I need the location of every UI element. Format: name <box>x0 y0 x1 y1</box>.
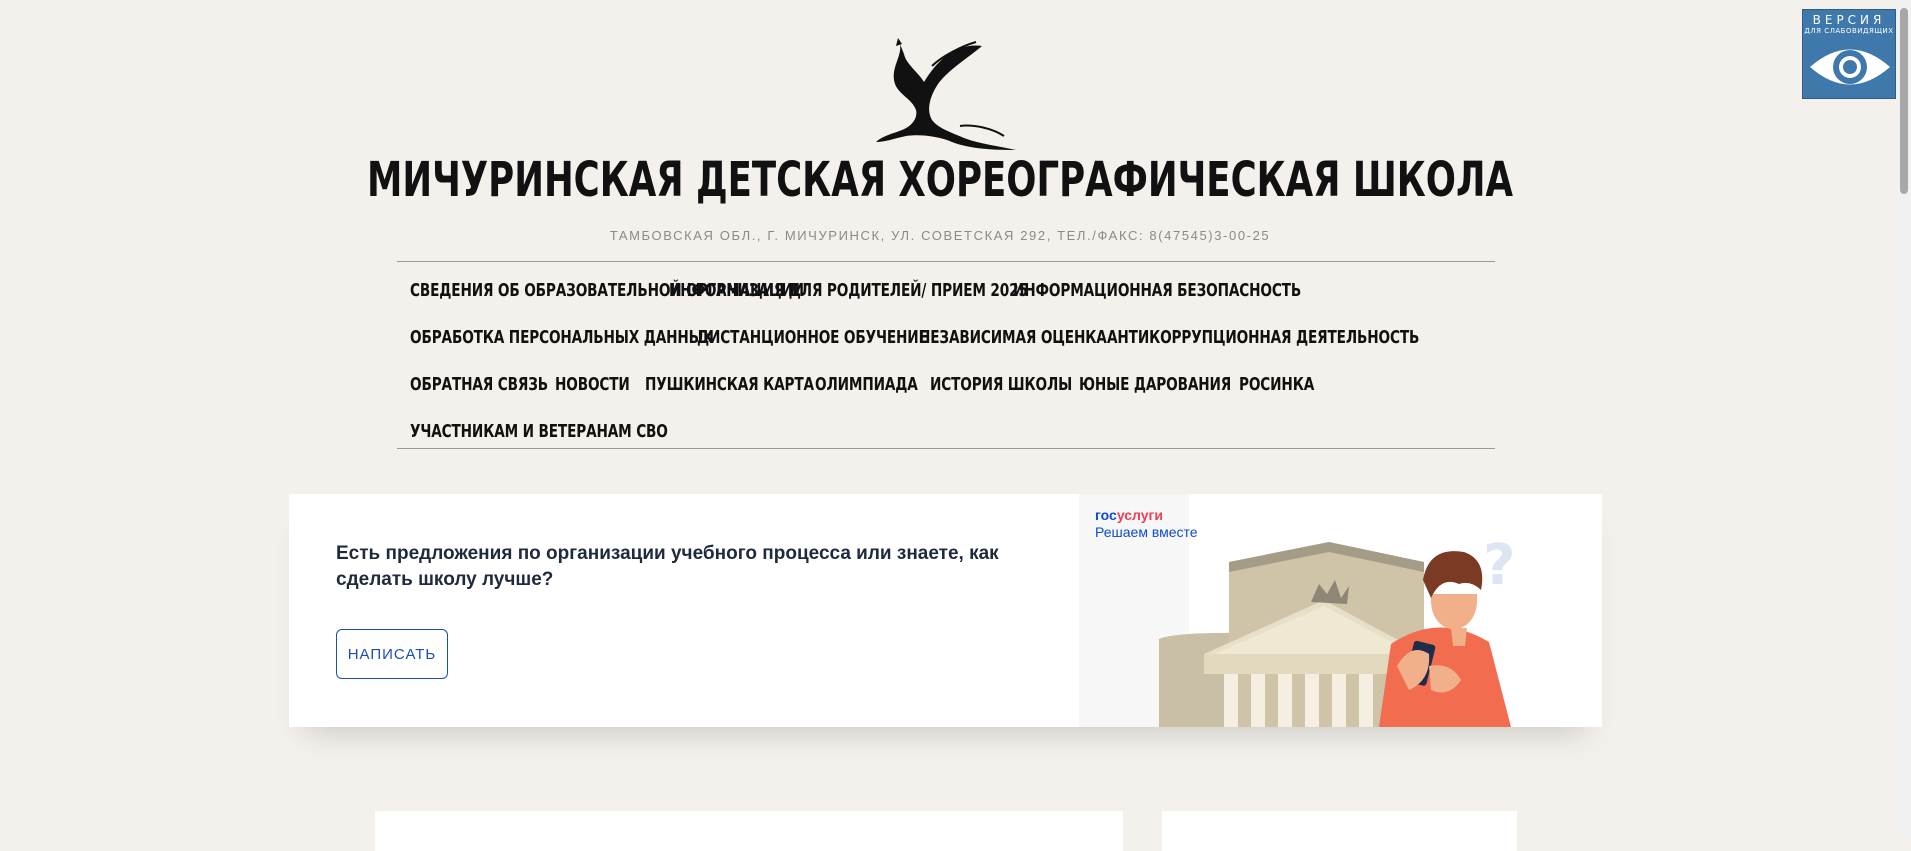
gosuslugi-logo[interactable]: госуслуги Решаем вместе <box>1095 507 1198 541</box>
site-address: ТАМБОВСКАЯ ОБЛ., Г. МИЧУРИНСК, УЛ. СОВЕТ… <box>609 228 1271 243</box>
nav-row: ОБРАТНАЯ СВЯЗЬ НОВОСТИ ПУШКИНСКАЯ КАРТА … <box>397 361 1495 408</box>
nav-item-personal-data[interactable]: ОБРАБОТКА ПЕРСОНАЛЬНЫХ ДАННЫХ <box>410 328 713 348</box>
content-panel-main <box>375 811 1123 851</box>
accessibility-version-button[interactable]: ВЕРСИЯ ДЛЯ СЛАБОВИДЯЩИХ <box>1802 9 1896 99</box>
nav-item-pushkin-card[interactable]: ПУШКИНСКАЯ КАРТА <box>645 375 814 395</box>
scrollbar[interactable] <box>1896 0 1911 837</box>
gosuslugi-feedback-widget: Есть предложения по организации учебного… <box>289 494 1602 727</box>
nav-item-parents-info[interactable]: ИНФОРМАЦИЯ ДЛЯ РОДИТЕЛЕЙ/ ПРИЕМ 2025 <box>669 281 1028 301</box>
accessibility-label-line1: ВЕРСИЯ <box>1812 13 1886 27</box>
feedback-prompt-text: Есть предложения по организации учебного… <box>336 543 999 590</box>
nav-item-info-security[interactable]: ИНФОРМАЦИОННАЯ БЕЗОПАСНОСТЬ <box>1013 281 1301 301</box>
nav-row: СВЕДЕНИЯ ОБ ОБРАЗОВАТЕЛЬНОЙ ОРГАНИЗАЦИИ … <box>397 267 1495 314</box>
nav-item-olympiad[interactable]: ОЛИМПИАДА <box>815 375 918 395</box>
ballerina-logo <box>876 38 1016 150</box>
site-title: МИЧУРИНСКАЯ ДЕТСКАЯ ХОРЕОГРАФИЧЕСКАЯ ШКО… <box>367 152 1513 208</box>
nav-item-rosinka[interactable]: РОСИНКА <box>1239 375 1314 395</box>
gosuslugi-logo-part1: гос <box>1095 507 1117 523</box>
content-panel-sidebar <box>1162 811 1517 851</box>
nav-item-organization-info[interactable]: СВЕДЕНИЯ ОБ ОБРАЗОВАТЕЛЬНОЙ ОРГАНИЗАЦИИ <box>410 281 804 301</box>
nav-item-young-talents[interactable]: ЮНЫЕ ДАРОВАНИЯ <box>1079 375 1231 395</box>
svg-text:?: ? <box>1483 533 1515 598</box>
main-navigation: СВЕДЕНИЯ ОБ ОБРАЗОВАТЕЛЬНОЙ ОРГАНИЗАЦИИ … <box>397 267 1495 455</box>
write-button[interactable]: НАПИСАТЬ <box>336 629 448 679</box>
nav-item-feedback[interactable]: ОБРАТНАЯ СВЯЗЬ <box>410 375 548 395</box>
nav-item-svo-veterans[interactable]: УЧАСТНИКАМ И ВЕТЕРАНАМ СВО <box>410 422 668 442</box>
gosuslugi-tagline: Решаем вместе <box>1095 524 1198 540</box>
gosuslugi-logo-part2: услуги <box>1116 507 1163 523</box>
nav-item-school-history[interactable]: ИСТОРИЯ ШКОЛЫ <box>930 375 1072 395</box>
nav-bottom-divider <box>397 448 1495 449</box>
nav-row: ОБРАБОТКА ПЕРСОНАЛЬНЫХ ДАННЫХ ДИСТАНЦИОН… <box>397 314 1495 361</box>
nav-top-divider <box>397 261 1495 262</box>
accessibility-label-line2: ДЛЯ СЛАБОВИДЯЩИХ <box>1804 27 1894 35</box>
scrollbar-thumb[interactable] <box>1900 8 1908 194</box>
nav-item-news[interactable]: НОВОСТИ <box>555 375 630 395</box>
nav-item-anti-corruption[interactable]: АНТИКОРРУПЦИОННАЯ ДЕЯТЕЛЬНОСТЬ <box>1107 328 1419 348</box>
eye-icon <box>1810 49 1890 85</box>
nav-item-independent-assessment[interactable]: НЕЗАВИСИМАЯ ОЦЕНКА <box>919 328 1107 348</box>
nav-item-distance-learning[interactable]: ДИСТАНЦИОННОЕ ОБУЧЕНИЕ <box>697 328 928 348</box>
